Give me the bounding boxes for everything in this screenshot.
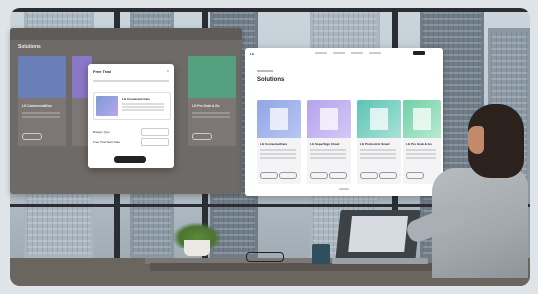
card-name: LG ProCentric Smart xyxy=(360,142,390,146)
desk-edge xyxy=(150,263,480,271)
product-thumbnail xyxy=(96,96,118,116)
device-illustration xyxy=(270,108,288,130)
free-trial-dialog: Free Trial × LG Connected Care Budget Ty… xyxy=(88,64,174,168)
budget-type-select[interactable] xyxy=(141,128,169,136)
header-action-button[interactable] xyxy=(413,51,425,55)
close-icon[interactable]: × xyxy=(167,68,169,73)
left-screen-title: Solutions xyxy=(18,44,41,50)
card-text-line xyxy=(406,153,436,155)
solution-card[interactable]: LG ProCentric Smart xyxy=(357,100,401,184)
card-button[interactable] xyxy=(379,172,397,179)
submit-button[interactable] xyxy=(114,156,146,163)
card-image xyxy=(188,56,236,98)
device-illustration xyxy=(413,108,431,130)
dialog-hint-line xyxy=(93,80,169,82)
card-image xyxy=(18,56,66,98)
card-image xyxy=(257,100,301,138)
card-name: LG ConnectedCare xyxy=(260,142,288,146)
card-image xyxy=(357,100,401,138)
left-screen-nav xyxy=(10,28,242,40)
card-image xyxy=(307,100,351,138)
product-text-line xyxy=(122,106,164,108)
card-button[interactable] xyxy=(360,172,378,179)
brand-logo: LG xyxy=(250,52,255,56)
pagination-dots[interactable] xyxy=(339,188,349,190)
card-name: LG SuperSign Cloud xyxy=(310,142,340,146)
card-button[interactable] xyxy=(406,172,424,179)
laptop-base xyxy=(332,258,428,264)
card-button[interactable] xyxy=(192,133,212,140)
page-title: Solutions xyxy=(257,77,285,83)
card-text-line xyxy=(260,153,296,155)
product-text-line xyxy=(122,109,164,111)
plant-pot xyxy=(184,240,210,256)
card-image xyxy=(403,100,441,138)
product-text-line xyxy=(122,103,164,105)
person-face xyxy=(468,126,484,154)
solution-card[interactable]: LG Pro Grab & Go xyxy=(403,100,441,184)
left-card[interactable]: LG CommercialDuo xyxy=(18,56,66,146)
card-text-line xyxy=(22,116,60,118)
card-text-line xyxy=(192,116,230,118)
mug xyxy=(312,244,330,264)
card-button[interactable] xyxy=(310,172,328,179)
right-virtual-screen: LG Solutions LG ConnectedCare LG SuperSi… xyxy=(245,48,443,196)
card-name: LG CommercialDuo xyxy=(22,104,52,108)
product-name: LG Connected Care xyxy=(122,97,151,101)
card-text-line xyxy=(260,157,296,159)
card-text-line xyxy=(360,149,396,151)
card-text-line xyxy=(310,149,346,151)
nav-item[interactable] xyxy=(333,52,345,54)
solution-card[interactable]: LG ConnectedCare xyxy=(257,100,301,184)
window-frame xyxy=(10,8,530,12)
start-date-field[interactable] xyxy=(141,138,169,146)
nav-item[interactable] xyxy=(315,52,327,54)
card-text-line xyxy=(260,149,296,151)
card-text-line xyxy=(360,153,396,155)
card-name: LG Pro Grab & Go xyxy=(192,104,220,108)
nav-item[interactable] xyxy=(351,52,363,54)
breadcrumb xyxy=(257,70,273,72)
card-button[interactable] xyxy=(279,172,297,179)
dialog-product: LG Connected Care xyxy=(93,92,171,120)
dialog-title: Free Trial xyxy=(93,69,111,74)
card-button[interactable] xyxy=(22,133,42,140)
field-label: Free Trial Start Date xyxy=(93,140,121,144)
field-label: Budget Type xyxy=(93,130,110,134)
card-text-line xyxy=(360,157,396,159)
card-text-line xyxy=(192,112,230,114)
nav-item[interactable] xyxy=(369,52,381,54)
solution-card[interactable]: LG SuperSign Cloud xyxy=(307,100,351,184)
card-button[interactable] xyxy=(260,172,278,179)
device-illustration xyxy=(370,108,388,130)
glasses xyxy=(246,252,284,262)
card-text-line xyxy=(22,112,60,114)
card-text-line xyxy=(406,149,436,151)
card-text-line xyxy=(406,157,436,159)
card-text-line xyxy=(310,153,346,155)
card-text-line xyxy=(310,157,346,159)
card-name: LG Pro Grab & Go xyxy=(406,142,432,146)
card-button[interactable] xyxy=(329,172,347,179)
device-illustration xyxy=(320,108,338,130)
left-card[interactable]: LG Pro Grab & Go xyxy=(188,56,236,146)
